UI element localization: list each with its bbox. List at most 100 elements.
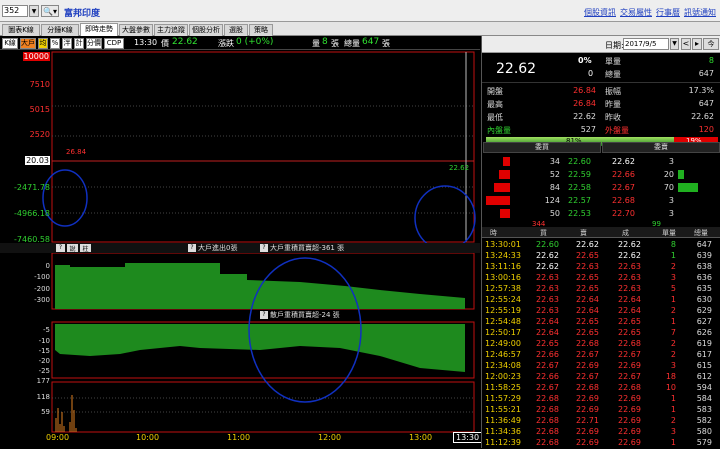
float-button[interactable]: 泮 (62, 38, 72, 49)
trade-unit-vol: 3 (670, 361, 676, 370)
link-signal[interactable]: 訊號通知 (684, 8, 716, 17)
inner-volume-value: 527 (580, 125, 596, 134)
orderbook-row[interactable]: 84 22.58 22.67 70 (482, 181, 720, 194)
volume-label: 量 (312, 39, 320, 48)
panel3-header: ? 散戶重積買賣超-24 張 (0, 309, 480, 321)
outer-volume-value: 120 (698, 125, 714, 134)
bid-depth-bar (503, 157, 510, 166)
ask-qty: 70 (663, 183, 674, 192)
next-date-button[interactable]: ▸ (692, 38, 702, 50)
trade-bid: 22.68 (536, 438, 559, 447)
trade-time: 12:00:23 (485, 372, 521, 381)
bigplayer-button[interactable]: 大戶 (20, 38, 36, 49)
trade-price: 22.64 (618, 306, 641, 315)
trade-ask: 22.69 (576, 405, 599, 414)
panel3-title: 散戶重積買賣超-24 張 (270, 311, 340, 319)
intraday-chart[interactable]: 10000 7510 5015 2520 20.03 -2471.78 -496… (0, 50, 483, 448)
help-icon[interactable]: ? (188, 244, 196, 252)
tab-daily-k[interactable]: 圖表K線 (2, 24, 40, 36)
prev-date-button[interactable]: < (681, 38, 691, 50)
panel4-y-2: 59 (41, 408, 50, 416)
panel4-y-1: 118 (36, 393, 50, 401)
avg-button[interactable]: 均 (38, 38, 48, 49)
trade-unit-vol: 7 (670, 328, 676, 337)
trade-unit-vol: 2 (670, 339, 676, 348)
tab-market[interactable]: 大盤參數 (119, 24, 153, 36)
inner-volume-label: 內盤量 (487, 126, 511, 135)
y-label-0: 10000 (22, 52, 50, 61)
help-icon[interactable]: ? (260, 244, 268, 252)
trade-total-vol: 638 (696, 262, 712, 271)
orderbook-row[interactable]: 34 22.60 22.62 3 (482, 155, 720, 168)
today-button[interactable]: 今 (703, 38, 719, 50)
trade-price: 22.67 (618, 350, 641, 359)
y-label-4: 20.03 (25, 156, 50, 165)
search-button[interactable]: 🔍▾ (41, 5, 59, 17)
price-dist-button[interactable]: 分價 (86, 38, 102, 49)
link-trade-attr[interactable]: 交易屬性 (620, 8, 652, 17)
trade-bid: 22.64 (536, 317, 559, 326)
search-icon: 🔍 (43, 7, 53, 16)
link-calendar[interactable]: 行事曆 (656, 8, 680, 17)
trade-bid: 22.64 (536, 328, 559, 337)
trade-unit-vol: 5 (670, 284, 676, 293)
panel2-bar-button[interactable]: 柱 (80, 244, 91, 253)
trade-total-vol: 579 (696, 438, 712, 447)
chevron-down-icon[interactable]: ▼ (29, 5, 39, 17)
trade-bid: 22.63 (536, 295, 559, 304)
prev-volume-label: 昨量 (605, 100, 621, 109)
trade-col-price: 成 (622, 229, 629, 237)
trade-price: 22.69 (618, 394, 641, 403)
trade-ask: 22.68 (576, 339, 599, 348)
cdp-button[interactable]: CDP (104, 38, 124, 49)
stock-code-input[interactable]: 352 (2, 5, 28, 17)
trade-row[interactable]: 11:12:39 22.68 22.69 22.69 1 579 (482, 437, 720, 449)
trade-price: 22.64 (618, 295, 641, 304)
trade-bid: 22.63 (536, 273, 559, 282)
trade-bid: 22.62 (536, 251, 559, 260)
trade-ask: 22.69 (576, 394, 599, 403)
tab-analysis[interactable]: 個股分析 (189, 24, 223, 36)
tab-realtime[interactable]: 即時走勢 (80, 23, 118, 36)
ask-header: 委賣 (602, 142, 720, 153)
outer-volume-label: 外盤量 (605, 126, 629, 135)
trade-time: 12:54:48 (485, 317, 521, 326)
total-volume-value: 647 (698, 69, 714, 78)
trade-price: 22.65 (618, 328, 641, 337)
trade-price: 22.63 (618, 262, 641, 271)
trade-total-vol: 580 (696, 427, 712, 436)
tab-minute-k[interactable]: 分鐘K線 (41, 24, 79, 36)
panel4-y-0: 177 (36, 377, 50, 385)
ask-qty: 3 (668, 196, 674, 205)
trade-unit-vol: 10 (665, 383, 676, 392)
help-icon[interactable]: ? (260, 311, 268, 319)
trade-time: 12:34:08 (485, 361, 521, 370)
x-label-1100: 11:00 (227, 433, 251, 442)
ask-qty: 3 (668, 157, 674, 166)
panel3-y-4: -25 (38, 367, 50, 375)
bid-price: 22.53 (568, 209, 591, 218)
trade-ask: 22.69 (576, 427, 599, 436)
calc-button[interactable]: 計 (74, 38, 84, 49)
orderbook-row[interactable]: 52 22.59 22.66 20 (482, 168, 720, 181)
tab-strategy[interactable]: 策略 (249, 24, 273, 36)
date-dropdown-icon[interactable]: ▼ (670, 38, 679, 50)
percent-button[interactable]: % (50, 38, 60, 49)
bid-qty: 52 (549, 170, 560, 179)
trade-ask: 22.69 (576, 438, 599, 447)
orderbook-row[interactable]: 124 22.57 22.68 3 (482, 194, 720, 207)
panel2-desc-button[interactable]: 說 (67, 244, 78, 253)
tab-screen[interactable]: 選股 (224, 24, 248, 36)
panel2-help-button[interactable]: ? (56, 244, 65, 252)
tab-main-force[interactable]: 主力追蹤 (154, 24, 188, 36)
trade-price: 22.69 (618, 405, 641, 414)
trade-ask: 22.65 (576, 251, 599, 260)
trade-price: 22.68 (618, 383, 641, 392)
orderbook-row[interactable]: 50 22.53 22.70 3 (482, 207, 720, 220)
y-label-6: -4966.18 (14, 209, 50, 218)
panel2-y-1: -100 (34, 273, 50, 281)
kline-button[interactable]: K線 (2, 38, 18, 49)
date-field[interactable]: 2017/9/5 (623, 38, 669, 50)
link-stock-info[interactable]: 個股資訊 (584, 8, 616, 17)
open-price-marker: 26.84 (66, 148, 87, 156)
